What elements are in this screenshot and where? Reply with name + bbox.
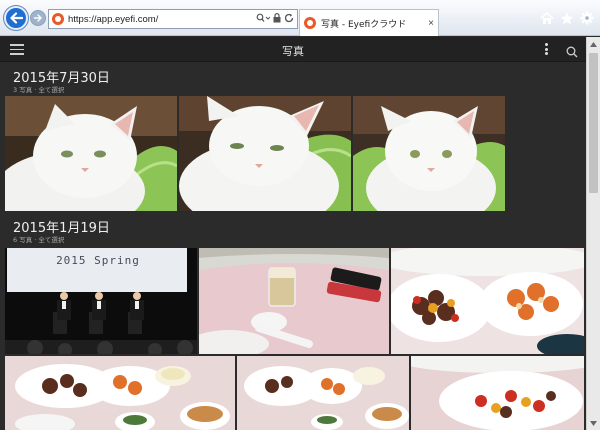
more-vertical-icon[interactable] — [545, 43, 549, 57]
photo-food-plates-4[interactable] — [411, 356, 584, 430]
app-header: 写真 — [0, 37, 586, 62]
address-url[interactable]: https://app.eyefi.com/ — [68, 14, 256, 25]
photo-food-plates-1[interactable] — [391, 248, 584, 354]
photo-cat-2[interactable] — [179, 96, 351, 211]
home-icon[interactable] — [540, 10, 554, 29]
gear-icon[interactable] — [580, 10, 594, 29]
tab-title: 写真 - Eyefiクラウド — [321, 19, 407, 30]
photo-food-plates-3[interactable] — [237, 356, 409, 430]
search-dropdown-icon[interactable] — [256, 13, 271, 26]
tab-photos[interactable]: 写真 - Eyefiクラウド × — [299, 9, 439, 36]
search-icon[interactable] — [566, 43, 578, 62]
photo-presentation[interactable]: 2015 Spring — [5, 248, 197, 354]
browser-toolbar: https://app.eyefi.com/ 写真 - Eyefiクラウド × — [0, 0, 600, 36]
photo-cat-3[interactable] — [353, 96, 505, 211]
star-icon[interactable] — [560, 10, 574, 29]
photo-cat-1[interactable] — [5, 96, 177, 211]
scroll-up-arrow-icon[interactable] — [587, 37, 600, 51]
back-button[interactable] — [4, 6, 28, 30]
photo-food-plates-2[interactable] — [5, 356, 235, 430]
back-arrow-icon — [10, 12, 23, 24]
site-favicon-icon — [52, 13, 64, 25]
page-title: 写真 — [282, 45, 304, 58]
group-subtitle-select-all[interactable]: 3 写真 · 全て選択 — [13, 84, 64, 94]
forward-button[interactable] — [30, 10, 46, 26]
scroll-down-arrow-icon[interactable] — [587, 416, 600, 430]
vertical-scrollbar[interactable] — [586, 37, 600, 430]
tab-favicon-icon — [304, 17, 316, 29]
tab-close-button[interactable]: × — [424, 18, 438, 29]
scrollbar-thumb[interactable] — [589, 53, 598, 193]
photo-drink-table[interactable] — [199, 248, 389, 354]
group-subtitle-select-all[interactable]: 6 写真 · 全て選択 — [13, 234, 64, 244]
lock-icon[interactable] — [273, 12, 281, 26]
refresh-icon[interactable] — [284, 13, 294, 26]
photo-timeline: 2015年7月30日 3 写真 · 全て選択 2015年1月19日 6 写真 ·… — [0, 62, 586, 430]
forward-arrow-icon — [33, 14, 42, 22]
address-bar[interactable]: https://app.eyefi.com/ — [48, 9, 298, 29]
